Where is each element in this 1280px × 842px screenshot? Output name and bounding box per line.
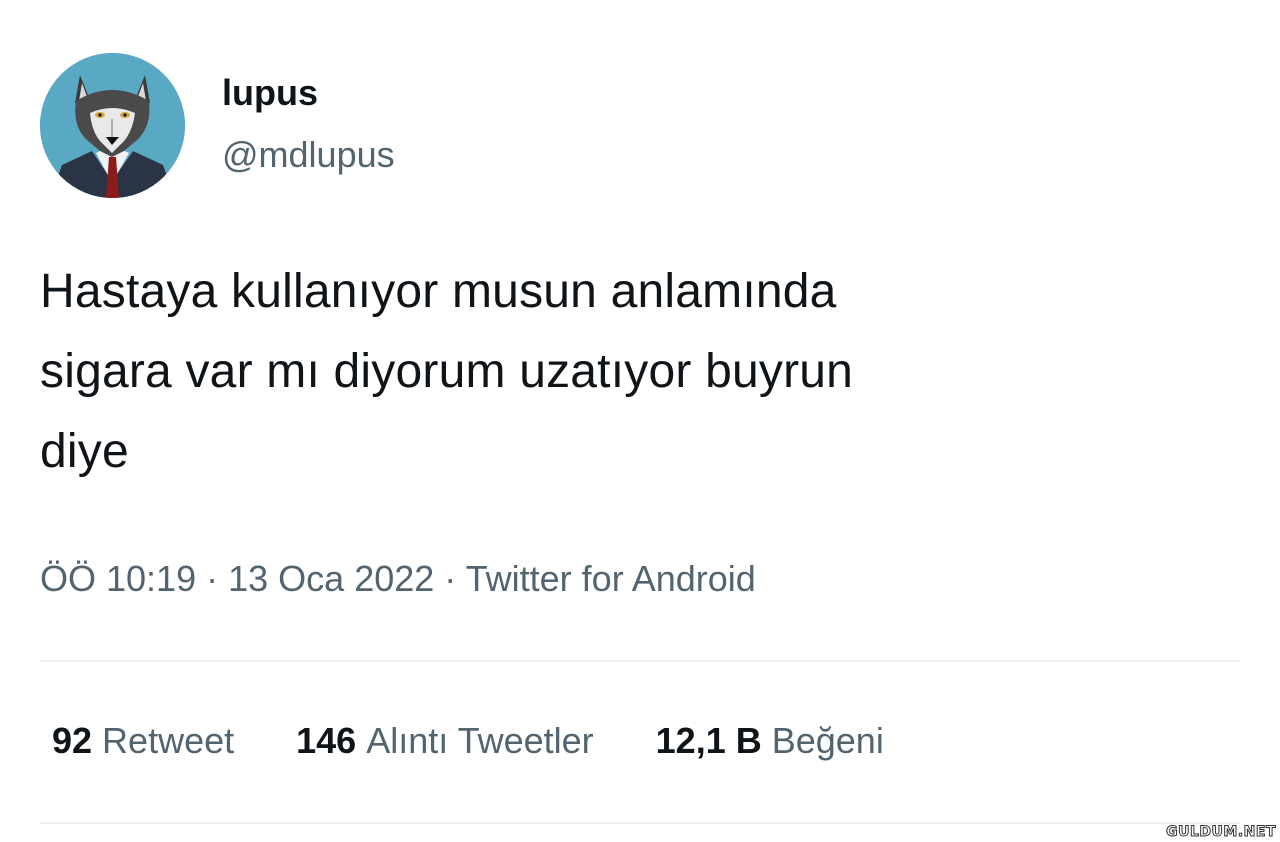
engagement-stats: 92 Retweet 146 Alıntı Tweetler 12,1 B Beğen… <box>52 720 946 762</box>
tweet-card: lupus @mdlupus Hastaya kullanıyor musun … <box>0 0 1280 842</box>
like-stat[interactable]: 12,1 B Beğeni <box>656 720 884 762</box>
like-count: 12,1 B <box>655 720 762 761</box>
divider <box>40 660 1240 662</box>
site-watermark: GULDUM.NET <box>1166 824 1276 841</box>
display-name[interactable]: lupus <box>222 72 318 114</box>
meta-separator: · <box>444 558 457 599</box>
quote-tweet-count: 146 <box>296 720 357 761</box>
user-handle[interactable]: @mdlupus <box>222 134 395 176</box>
wolf-icon <box>40 53 185 198</box>
meta-separator: · <box>206 558 219 599</box>
retweet-label: Retweet <box>102 720 235 761</box>
avatar[interactable] <box>40 53 185 198</box>
quote-tweet-label: Alıntı Tweetler <box>366 720 594 761</box>
tweet-meta: ÖÖ 10:19 · 13 Oca 2022 · Twitter for And… <box>40 558 756 600</box>
like-label: Beğeni <box>771 720 884 761</box>
divider <box>40 822 1240 824</box>
tweet-text: Hastaya kullanıyor musun anlamında sigar… <box>40 265 854 478</box>
retweet-count: 92 <box>52 720 93 761</box>
quote-tweet-stat[interactable]: 146 Alıntı Tweetler <box>296 720 594 762</box>
tweet-time[interactable]: ÖÖ 10:19 <box>40 558 196 599</box>
retweet-stat[interactable]: 92 Retweet <box>52 720 234 762</box>
tweet-source[interactable]: Twitter for Android <box>466 558 756 599</box>
tweet-date[interactable]: 13 Oca 2022 <box>228 558 434 599</box>
